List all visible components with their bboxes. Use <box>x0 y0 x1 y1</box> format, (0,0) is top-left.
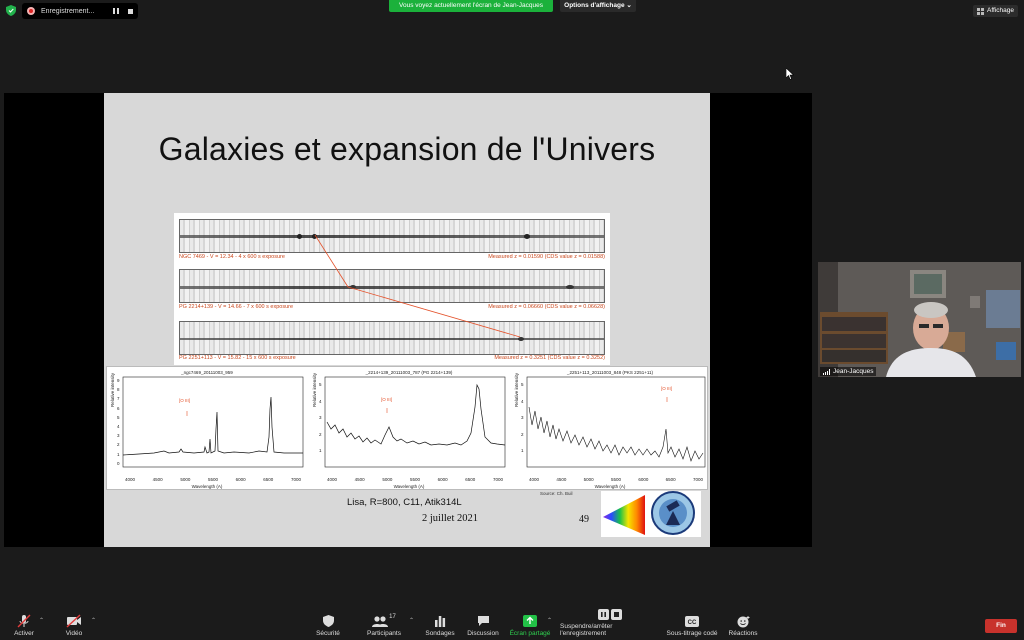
mouse-cursor-icon <box>786 68 794 80</box>
club-logo-image <box>601 491 701 537</box>
share-screen-icon <box>523 615 537 627</box>
view-options-label: Options d'affichage <box>564 2 625 9</box>
mute-options-caret-icon[interactable]: ⌃ <box>39 617 44 624</box>
signal-strength-icon <box>823 368 830 375</box>
participant-name: Jean-Jacques <box>833 368 874 375</box>
presentation-slide: Galaxies et expansion de l'Univers NGC 7… <box>104 93 710 547</box>
participant-video-tile[interactable] <box>818 262 1021 377</box>
grid-view-icon <box>977 7 985 15</box>
meeting-toolbar: Activer ⌃ Vidéo ⌃ Sécurité 17 Participan… <box>0 608 1024 640</box>
chat-button[interactable]: Discussion <box>466 608 500 640</box>
plot-graph <box>324 376 506 468</box>
end-meeting-button[interactable]: Fin <box>985 619 1017 633</box>
shared-screen: Galaxies et expansion de l'Univers NGC 7… <box>4 93 812 547</box>
shield-icon <box>322 615 334 627</box>
recording-indicator: Enregistrement... <box>22 3 138 19</box>
plot-x-axis-label: Wavelength (A) <box>594 484 626 489</box>
video-options-caret-icon[interactable]: ⌃ <box>91 617 96 624</box>
polls-icon <box>435 616 446 627</box>
mute-button[interactable]: Activer <box>10 608 38 640</box>
video-label: Vidéo <box>65 630 83 637</box>
emission-line-label: [O III] <box>381 397 393 402</box>
recording-dot-icon <box>27 7 35 15</box>
figure-source: Source: Ch. Buil <box>540 491 573 496</box>
chat-icon <box>477 616 489 626</box>
polls-label: Sondages <box>425 630 455 637</box>
recording-control-label: Suspendre/arrêter l'enregistrement <box>560 623 613 637</box>
spectrum-plot: _2214+139_20111003_787 (PG 2214+139) [O … <box>311 367 507 489</box>
plot-x-ticks: 4000 4500 5000 5500 6000 6500 7000 <box>529 477 703 482</box>
plot-x-axis-label: Wavelength (A) <box>191 484 223 489</box>
plot-graph <box>122 376 304 468</box>
spectrum-plot: _ngc7469_20111003_959 [O III] Relative i… <box>109 367 305 489</box>
plot-y-ticks: 54321 <box>319 382 322 453</box>
plot-x-axis-label: Wavelength (A) <box>393 484 425 489</box>
top-bar: Enregistrement... Vous voyez actuellemen… <box>0 0 1024 22</box>
redshift-connector-lines <box>314 234 521 338</box>
participants-label: Participants <box>367 630 401 637</box>
participants-count: 17 <box>389 614 396 620</box>
share-screen-button[interactable]: Écran partagé <box>509 608 551 640</box>
svg-text:CC: CC <box>688 620 697 626</box>
participant-name-label: Jean-Jacques <box>820 367 877 376</box>
security-label: Sécurité <box>316 630 340 637</box>
recording-label: Enregistrement... <box>41 7 95 15</box>
stop-recording-icon[interactable] <box>128 8 133 14</box>
participants-button[interactable]: 17 Participants <box>364 608 404 640</box>
plot-y-axis-label: Relative intensity <box>312 372 317 407</box>
plot-y-axis-label: Relative intensity <box>514 372 519 407</box>
share-options-caret-icon[interactable]: ⌃ <box>547 617 552 624</box>
emission-line-label: [O III] <box>179 398 191 403</box>
security-shield-icon <box>6 5 16 16</box>
mute-label: Activer <box>14 630 34 637</box>
pause-stop-recording-icon <box>598 608 622 620</box>
reactions-button[interactable]: Réactions <box>728 608 758 640</box>
closed-captions-button[interactable]: CC Sous-titrage codé <box>666 608 718 640</box>
screen-share-banner: Vous voyez actuellement l'écran de Jean-… <box>389 0 553 12</box>
plot-graph <box>526 376 706 468</box>
share-screen-label: Écran partagé <box>509 630 551 637</box>
slide-date: 2 juillet 2021 <box>422 513 478 524</box>
pause-recording-icon[interactable] <box>113 8 119 14</box>
plot-x-ticks: 4000 4500 5000 5500 6000 6500 7000 <box>125 477 301 482</box>
chevron-down-icon: ⌄ <box>626 2 632 9</box>
security-button[interactable]: Sécurité <box>312 608 344 640</box>
video-off-icon <box>66 614 81 628</box>
view-options-button[interactable]: Options d'affichage ⌄ <box>560 0 636 12</box>
participant-video-image <box>818 262 1021 377</box>
participants-icon <box>372 616 389 627</box>
microphone-muted-icon <box>17 614 31 628</box>
closed-captions-label: Sous-titrage codé <box>666 630 718 637</box>
plot-y-ticks: 54321 <box>521 382 524 453</box>
polls-button[interactable]: Sondages <box>424 608 456 640</box>
spectra-figure: NGC 7469 - V = 12.34 - 4 x 600 s exposur… <box>174 213 610 365</box>
view-menu-label: Affichage <box>987 7 1014 14</box>
spectrum-plot: _2251+113_20111003_848 (PKS 2251+11) [O … <box>513 367 707 489</box>
plot-x-ticks: 4000 4500 5000 5500 6000 6500 7000 <box>327 477 503 482</box>
reactions-label: Réactions <box>728 630 758 637</box>
video-button[interactable]: Vidéo <box>62 608 86 640</box>
recording-control-button[interactable]: Suspendre/arrêter l'enregistrement <box>560 608 660 640</box>
participants-options-caret-icon[interactable]: ⌃ <box>409 617 414 624</box>
slide-number: 49 <box>579 514 589 525</box>
emission-line-label: [O III] <box>661 386 673 391</box>
spectrum-plots: _ngc7469_20111003_959 [O III] Relative i… <box>106 366 708 490</box>
plot-y-ticks: 9876543210 <box>117 378 120 466</box>
closed-captions-icon: CC <box>685 615 699 627</box>
view-menu-button[interactable]: Affichage <box>973 5 1018 17</box>
plot-y-axis-label: Relative intensity <box>110 372 115 407</box>
chat-label: Discussion <box>467 630 499 637</box>
instrument-info: Lisa, R=800, C11, Atik314L <box>347 497 462 508</box>
slide-title: Galaxies et expansion de l'Univers <box>158 131 656 167</box>
smiley-icon <box>737 615 749 627</box>
